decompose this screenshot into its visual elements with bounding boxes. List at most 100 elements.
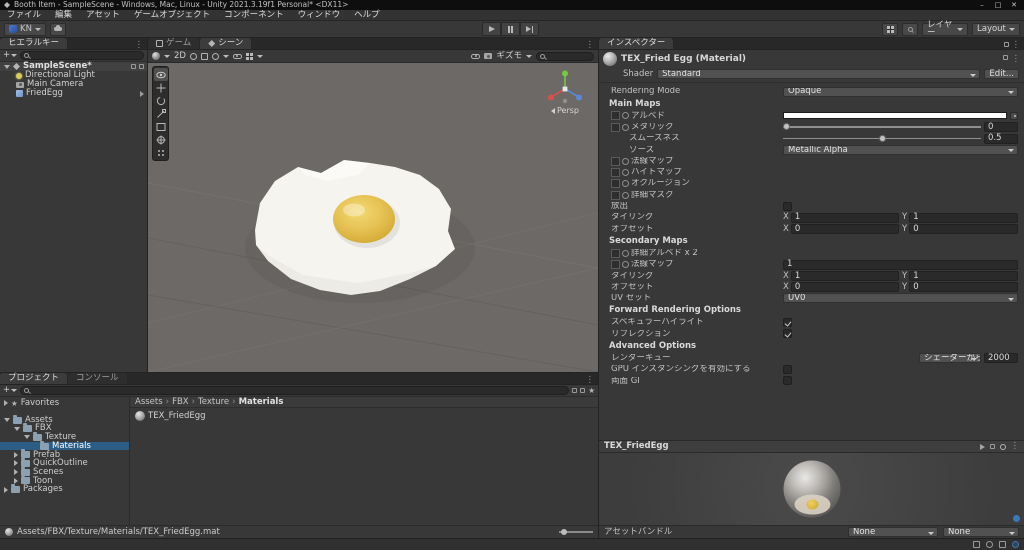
scene-search-input[interactable]: [536, 51, 594, 61]
search-by-label-icon[interactable]: [580, 388, 586, 393]
source-dropdown[interactable]: Metallic Alpha: [783, 144, 1018, 155]
inspector-menu-icon[interactable]: ⋮: [1012, 40, 1021, 50]
detail-mask-texture-slot[interactable]: [611, 190, 620, 200]
background-activity-icon[interactable]: [1012, 541, 1019, 548]
texture-picker-icon[interactable]: [622, 168, 629, 176]
breadcrumb-assets[interactable]: Assets: [135, 398, 163, 407]
menu-file[interactable]: ファイル: [0, 10, 48, 21]
rendering-mode-dropdown[interactable]: Opaque: [783, 86, 1018, 97]
account-button[interactable]: KN: [4, 22, 46, 36]
assetbundle-dropdown[interactable]: None: [848, 527, 938, 537]
cloud-services-button[interactable]: [49, 22, 66, 36]
texture-picker-icon[interactable]: [622, 157, 629, 165]
shader-edit-button[interactable]: Edit...: [984, 69, 1019, 79]
minimize-button[interactable]: –: [974, 0, 990, 10]
breadcrumb-fbx[interactable]: FBX: [172, 398, 189, 407]
tiling-y-field[interactable]: 1: [909, 212, 1018, 223]
foldout-closed-icon[interactable]: [14, 469, 18, 476]
foldout-open-icon[interactable]: [24, 435, 30, 440]
folder-item-scenes[interactable]: Scenes: [0, 466, 129, 477]
collab-status-icon[interactable]: [1013, 515, 1020, 522]
menu-gameobject[interactable]: ゲームオブジェクト: [127, 10, 217, 21]
secondary-normal-scale-field[interactable]: 1: [783, 259, 1018, 270]
offset2-x-field[interactable]: 0: [790, 282, 899, 293]
albedo-color-swatch[interactable]: [783, 112, 1007, 120]
preview-play-icon[interactable]: [979, 443, 985, 450]
preview-shape-icon[interactable]: [999, 443, 1006, 450]
tab-inspector[interactable]: インスペクター: [599, 38, 674, 49]
draw-mode-icon[interactable]: [152, 52, 160, 60]
search-button[interactable]: [902, 22, 918, 36]
texture-picker-icon[interactable]: [622, 261, 629, 268]
metallic-texture-slot[interactable]: [611, 122, 620, 132]
step-button[interactable]: [520, 22, 539, 36]
effects-toggle-icon[interactable]: [211, 52, 219, 60]
rect-tool-button[interactable]: [154, 120, 168, 133]
layout-dropdown[interactable]: Layout: [972, 22, 1020, 36]
tab-console[interactable]: コンソール: [68, 373, 127, 384]
specular-highlights-checkbox[interactable]: [783, 318, 792, 328]
grid-visibility-icon[interactable]: [245, 52, 253, 60]
inspector-lock-icon[interactable]: [1003, 42, 1009, 48]
asset-item-tex-friedegg[interactable]: TEX_FriedEgg: [135, 411, 593, 421]
scene-menu-icon[interactable]: ⋮: [586, 40, 595, 50]
preview-lighting-icon[interactable]: [989, 444, 995, 449]
play-button[interactable]: [482, 22, 501, 36]
menu-help[interactable]: ヘルプ: [347, 10, 387, 21]
reflections-checkbox[interactable]: [783, 329, 792, 339]
foldout-open-icon[interactable]: [14, 426, 20, 431]
occlusion-texture-slot[interactable]: [611, 179, 620, 189]
persp-toggle-icon[interactable]: [551, 108, 555, 114]
project-search-input[interactable]: [20, 386, 570, 395]
foldout-open-icon[interactable]: [4, 64, 10, 69]
chevron-down-icon[interactable]: [164, 54, 170, 58]
scene-viewport[interactable]: Persp: [148, 63, 598, 372]
assetbundle-variant-dropdown[interactable]: None: [943, 527, 1019, 537]
window-titlebar[interactable]: Booth Item - SampleScene - Windows, Mac,…: [0, 0, 1024, 10]
metallic-slider[interactable]: [783, 122, 981, 132]
breadcrumb-texture[interactable]: Texture: [198, 398, 229, 407]
texture-picker-icon[interactable]: [622, 112, 629, 120]
normal-texture-slot[interactable]: [611, 156, 620, 166]
gpu-instancing-checkbox[interactable]: [783, 365, 792, 375]
smoothness-value-field[interactable]: 0.5: [984, 133, 1018, 144]
foldout-closed-icon[interactable]: [14, 451, 18, 458]
hierarchy-item-friedegg[interactable]: FriedEgg: [0, 89, 147, 98]
refresh-icon[interactable]: [986, 541, 993, 548]
foldout-closed-icon[interactable]: [14, 460, 18, 467]
toggle-2d-button[interactable]: 2D: [174, 52, 186, 61]
maximize-button[interactable]: □: [990, 0, 1006, 10]
hierarchy-search-input[interactable]: [20, 51, 144, 60]
offset-x-field[interactable]: 0: [790, 223, 899, 234]
tiling2-x-field[interactable]: 1: [790, 270, 899, 281]
hierarchy-add-button[interactable]: +: [3, 51, 18, 60]
double-sided-gi-checkbox[interactable]: [783, 376, 792, 386]
offset2-y-field[interactable]: 0: [909, 282, 1018, 293]
lighting-toggle-icon[interactable]: [189, 52, 197, 60]
offset-y-field[interactable]: 0: [909, 223, 1018, 234]
height-texture-slot[interactable]: [611, 167, 620, 177]
albedo-texture-slot[interactable]: [611, 111, 620, 121]
tab-project[interactable]: プロジェクト: [0, 373, 68, 384]
foldout-closed-icon[interactable]: [4, 400, 8, 407]
folder-item-toon[interactable]: Toon: [0, 475, 129, 486]
foldout-open-icon[interactable]: [4, 418, 10, 423]
slider-knob[interactable]: [561, 528, 567, 535]
emission-checkbox[interactable]: [783, 201, 792, 211]
slider-knob[interactable]: [878, 134, 886, 142]
tiling-x-field[interactable]: 1: [790, 212, 899, 223]
smoothness-slider[interactable]: [783, 134, 981, 144]
material-help-icon[interactable]: [1002, 54, 1008, 60]
hierarchy-menu-icon[interactable]: ⋮: [135, 40, 144, 50]
texture-picker-icon[interactable]: [622, 191, 629, 199]
tiling2-y-field[interactable]: 1: [909, 270, 1018, 281]
material-preview-viewport[interactable]: [599, 453, 1024, 525]
view-tool-button[interactable]: [153, 68, 168, 81]
undo-history-button[interactable]: [882, 22, 898, 36]
metallic-value-field[interactable]: 0: [984, 122, 1018, 133]
breadcrumb-materials[interactable]: Materials: [239, 398, 284, 407]
chevron-down-icon[interactable]: [256, 54, 263, 58]
project-menu-icon[interactable]: ⋮: [586, 375, 595, 385]
pause-button[interactable]: [501, 22, 520, 36]
render-queue-dropdown[interactable]: シェーダーから: [919, 353, 981, 364]
